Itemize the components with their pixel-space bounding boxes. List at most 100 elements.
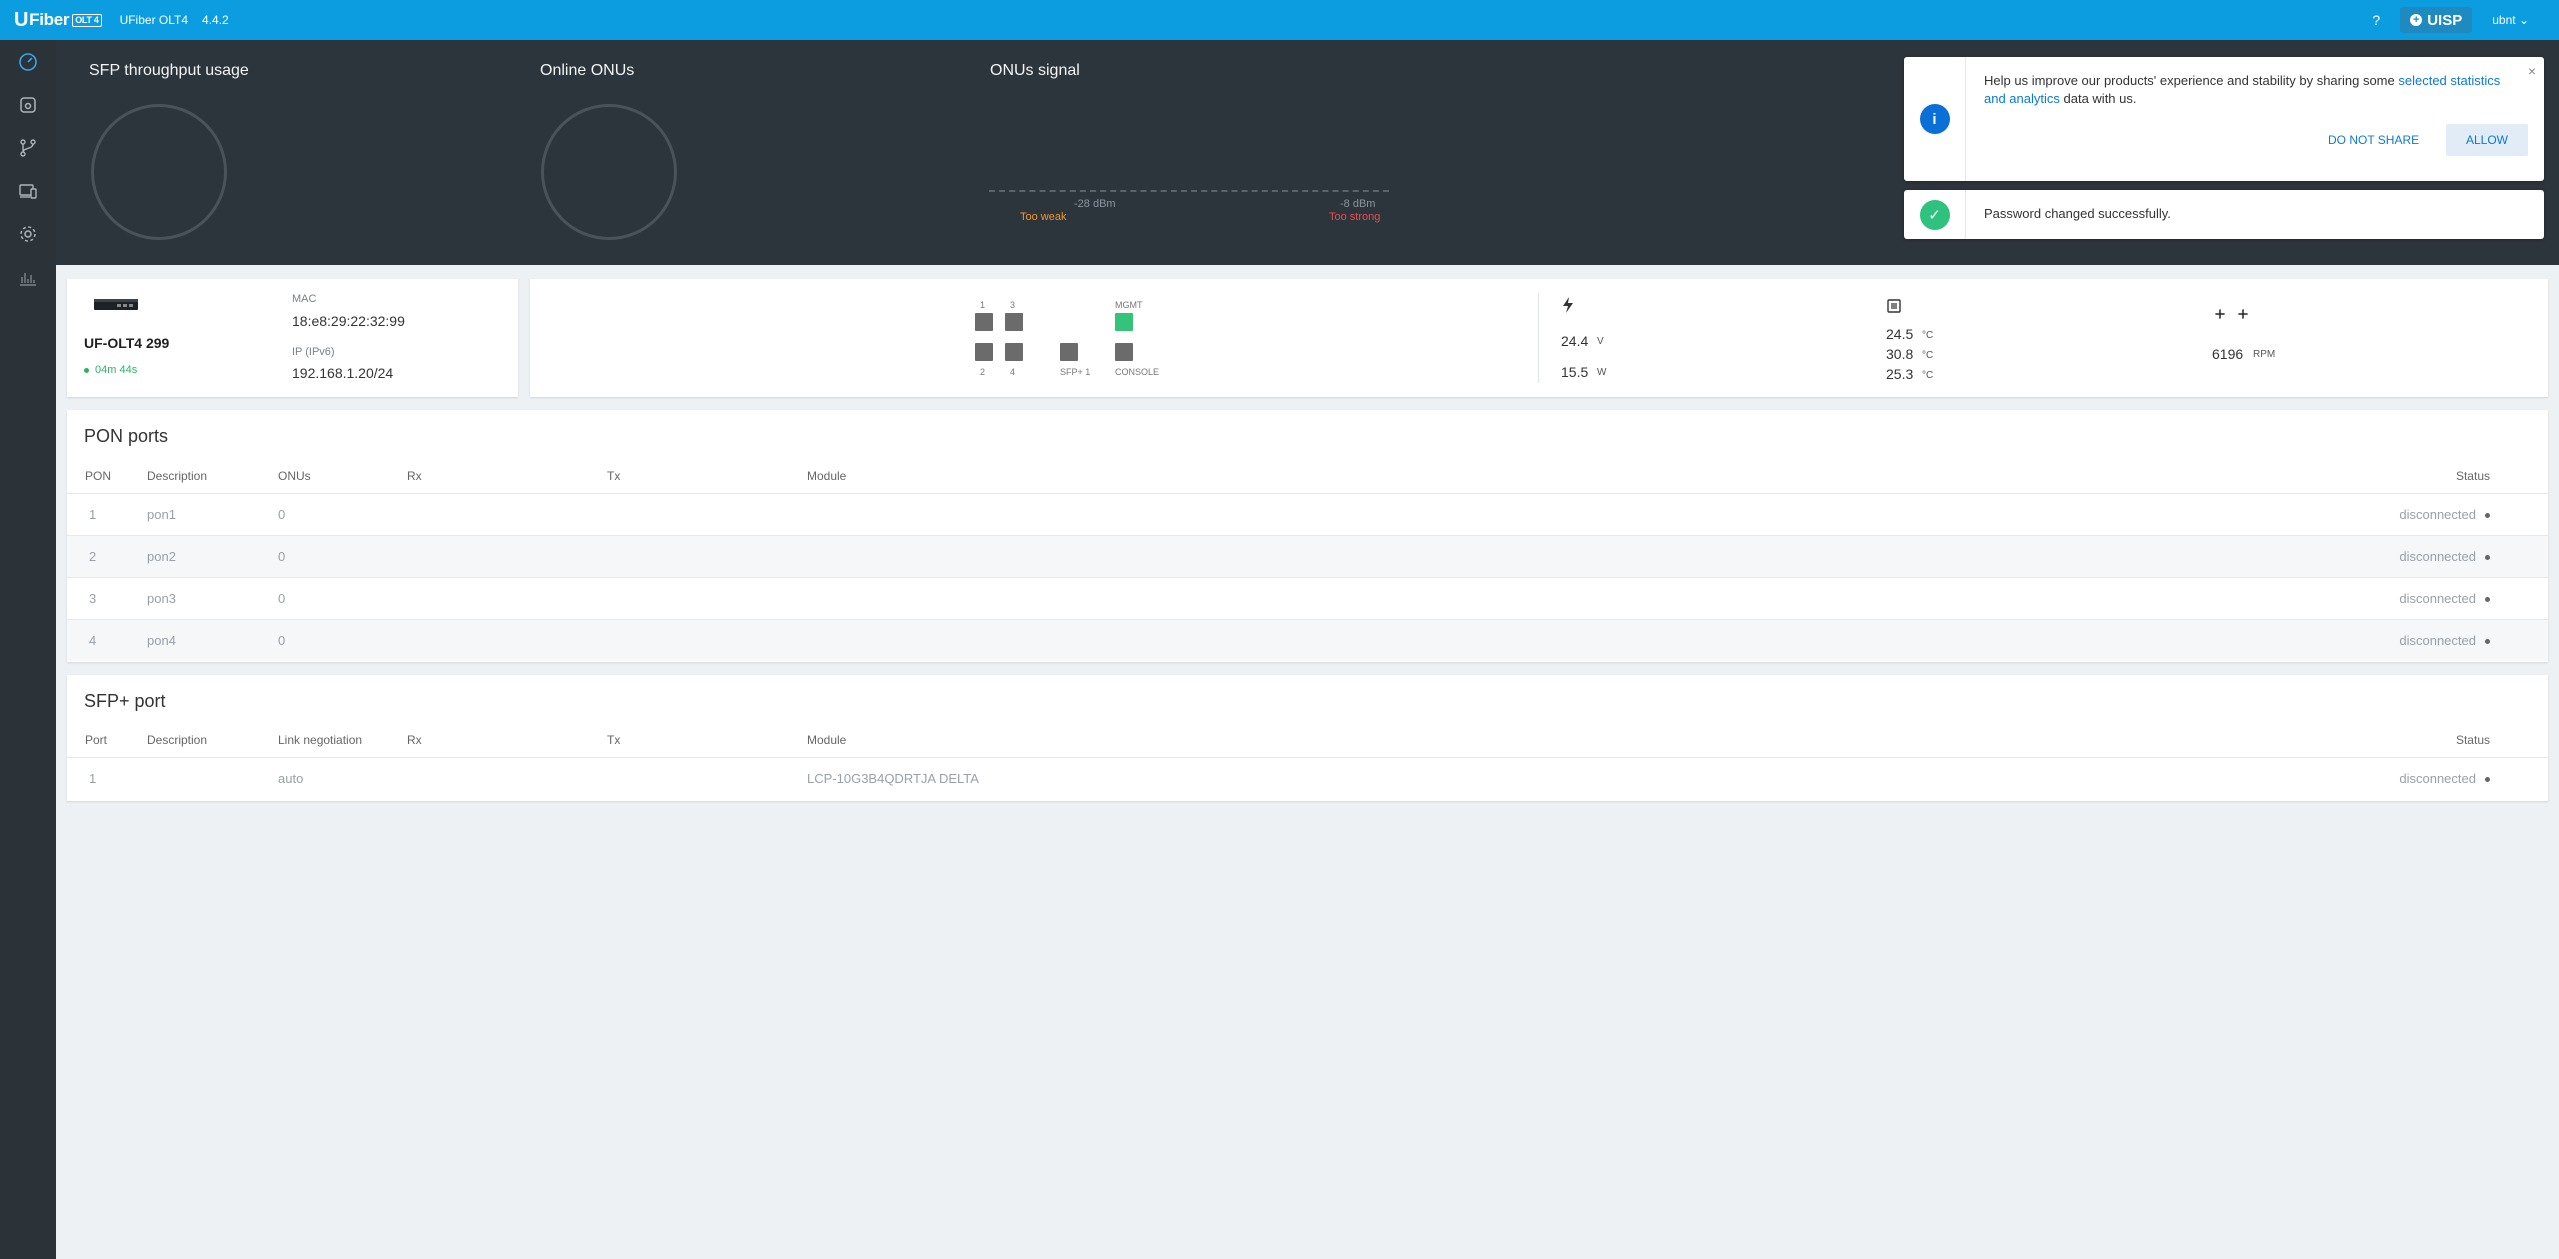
table-row[interactable]: 2 pon2 0 disconnected xyxy=(67,535,2548,577)
dashboard-icon xyxy=(19,53,37,71)
sfp-port-number: 1 xyxy=(89,771,97,786)
online-status-dot xyxy=(84,367,89,373)
temperature-2-unit: °C xyxy=(1922,350,1934,361)
pon-onus-count: 0 xyxy=(278,507,286,522)
info-icon: i xyxy=(1919,104,1950,134)
device-uptime: 04m 44s xyxy=(84,364,137,376)
fan-icon xyxy=(2215,309,2248,319)
port-label-2: 2 xyxy=(980,367,986,377)
close-icon[interactable]: × xyxy=(2528,63,2536,79)
header-description[interactable]: Description xyxy=(147,733,207,747)
do-not-share-button[interactable]: DO NOT SHARE xyxy=(2316,124,2431,156)
ip-value: 192.168.1.20/24 xyxy=(292,365,394,381)
header-module[interactable]: Module xyxy=(807,733,846,747)
pon-number: 2 xyxy=(89,549,97,564)
mgmt-port[interactable] xyxy=(1115,313,1133,331)
device-name: UF-OLT4 299 xyxy=(84,335,170,351)
header-description[interactable]: Description xyxy=(147,469,207,483)
header-rx[interactable]: Rx xyxy=(407,469,422,483)
sidebar-item-topology[interactable] xyxy=(16,136,40,160)
device-model: UFiber OLT4 xyxy=(119,13,189,27)
header-tx[interactable]: Tx xyxy=(607,733,620,747)
pon-status: disconnected xyxy=(2399,591,2476,606)
top-bar: U Fiber OLT 4 UFiber OLT4 4.4.2 ? + UISP… xyxy=(0,0,2559,40)
sidebar-item-devices[interactable] xyxy=(16,179,40,203)
header-rx[interactable]: Rx xyxy=(407,733,422,747)
pon-number: 4 xyxy=(89,633,97,648)
table-row[interactable]: 1 auto LCP-10G3B4QDRTJA DELTA disconnect… xyxy=(67,757,2548,799)
pon-description: pon1 xyxy=(147,507,176,522)
firmware-version: 4.4.2 xyxy=(202,13,229,27)
pon-port-1[interactable] xyxy=(975,313,993,331)
fan-rpm-unit: RPM xyxy=(2253,349,2276,360)
analytics-consent-toast: i Help us improve our products' experien… xyxy=(1904,57,2544,181)
gear-icon xyxy=(20,226,36,242)
password-success-toast: ✓ Password changed successfully. xyxy=(1904,190,2544,239)
uisp-button[interactable]: + UISP xyxy=(2400,7,2473,33)
pon-description: pon3 xyxy=(147,591,176,606)
sfp-port-1[interactable] xyxy=(1060,343,1078,361)
ports-stats-divider xyxy=(1538,293,1539,383)
pon-port-2[interactable] xyxy=(975,343,993,361)
status-dot xyxy=(2485,639,2490,644)
header-tx[interactable]: Tx xyxy=(607,469,620,483)
sidebar-item-statistics[interactable] xyxy=(16,265,40,289)
ufiber-logo[interactable]: U Fiber OLT 4 xyxy=(14,9,102,32)
online-onus-title: Online ONUs xyxy=(540,62,635,79)
table-row[interactable]: 4 pon4 0 disconnected xyxy=(67,619,2548,661)
table-row[interactable]: 3 pon3 0 disconnected xyxy=(67,577,2548,619)
pon-port-4[interactable] xyxy=(1005,343,1023,361)
port-label-4: 4 xyxy=(1010,367,1016,377)
statistics-icon xyxy=(20,273,36,286)
fan-rpm-value: 6196 xyxy=(2212,346,2244,362)
help-button[interactable]: ? xyxy=(2372,12,2380,28)
header-link-negotiation[interactable]: Link negotiation xyxy=(278,733,362,747)
signal-min-label: -28 dBm xyxy=(1074,198,1116,210)
sidebar-item-settings[interactable] xyxy=(16,222,40,246)
mac-label: MAC xyxy=(292,293,317,305)
header-port[interactable]: Port xyxy=(85,733,107,747)
pon-onus-count: 0 xyxy=(278,591,286,606)
power-value: 15.5 xyxy=(1561,364,1589,380)
sidebar-item-dashboard[interactable] xyxy=(16,50,40,74)
sfp-module-name: LCP-10G3B4QDRTJA DELTA xyxy=(807,771,979,786)
device-info-card: UF-OLT4 299 04m 44s MAC 18:e8:29:22:32:9… xyxy=(67,279,518,397)
topology-icon xyxy=(20,139,36,157)
analytics-consent-message: Help us improve our products' experience… xyxy=(1984,73,2501,106)
pon-port-3[interactable] xyxy=(1005,313,1023,331)
allow-button[interactable]: ALLOW xyxy=(2446,124,2528,156)
plus-icon: + xyxy=(2410,14,2423,26)
header-pon[interactable]: PON xyxy=(85,469,111,483)
header-onus[interactable]: ONUs xyxy=(278,469,311,483)
temperature-3-unit: °C xyxy=(1922,370,1934,381)
pon-ports-title: PON ports xyxy=(84,426,169,446)
user-menu[interactable]: ubnt ⌄ xyxy=(2492,13,2529,27)
sfp-port-label: SFP+ 1 xyxy=(1060,367,1091,377)
console-port[interactable] xyxy=(1115,343,1133,361)
password-success-message: Password changed successfully. xyxy=(1984,206,2171,221)
mgmt-label: MGMT xyxy=(1115,300,1143,310)
link-negotiation-value: auto xyxy=(278,771,304,786)
status-dot xyxy=(2485,777,2490,782)
pon-onus-count: 0 xyxy=(278,549,286,564)
temperature-3-value: 25.3 xyxy=(1886,366,1914,382)
ip-label: IP (IPv6) xyxy=(292,346,335,358)
onus-signal-title: ONUs signal xyxy=(990,62,1080,79)
pon-status: disconnected xyxy=(2399,633,2476,648)
sidebar-item-onus[interactable] xyxy=(16,93,40,117)
console-label: CONSOLE xyxy=(1115,367,1160,377)
header-status[interactable]: Status xyxy=(2456,469,2490,483)
sfp-status: disconnected xyxy=(2399,771,2476,786)
header-module[interactable]: Module xyxy=(807,469,846,483)
online-onus-gauge xyxy=(541,104,677,240)
pon-description: pon2 xyxy=(147,549,176,564)
thermometer-chip-icon xyxy=(1887,299,1901,313)
chevron-down-icon: ⌄ xyxy=(2518,13,2529,27)
table-row[interactable]: 1 pon1 0 disconnected xyxy=(67,493,2548,535)
status-dot xyxy=(2485,555,2490,560)
signal-range-line xyxy=(989,190,1389,192)
lightning-icon xyxy=(1563,297,1573,313)
temperature-1-value: 24.5 xyxy=(1886,326,1914,342)
header-status[interactable]: Status xyxy=(2456,733,2490,747)
status-dot xyxy=(2485,513,2490,518)
